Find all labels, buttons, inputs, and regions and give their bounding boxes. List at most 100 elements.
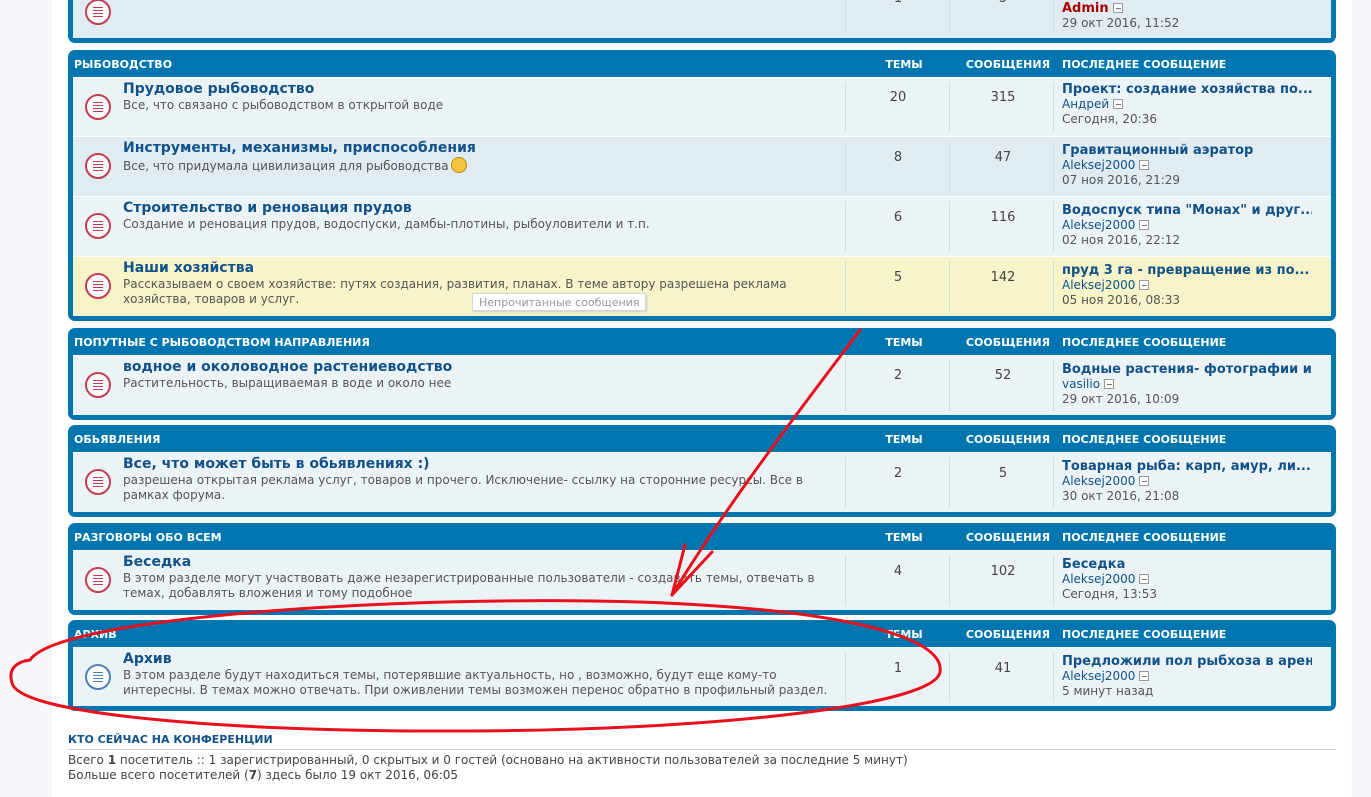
forum-row[interactable]: Беседка В этом разделе могут участвовать… [73,550,1331,610]
topics-count: 1 [893,661,903,676]
forum-title[interactable]: Беседка [123,554,191,570]
col-posts-header: Сообщения [965,433,1051,446]
forum-description: разрешена открытая реклама услуг, товаро… [123,473,803,502]
goto-post-icon[interactable] [1112,3,1123,13]
category-title[interactable]: Архив [74,628,117,641]
last-post-title[interactable]: Беседка [1062,557,1312,572]
last-post-title[interactable]: пруд 3 га - превращение из по... [1062,263,1312,278]
forum-unread-icon [85,213,111,239]
forum-row[interactable]: 1 5 Admin 29 окт 2016, 11:52 [73,0,1331,38]
category-title[interactable]: Обьявления [74,433,161,446]
forum-title[interactable]: Архив [123,651,172,667]
col-topics-header: Темы [885,58,923,71]
goto-post-icon[interactable] [1104,379,1115,389]
last-post-title[interactable]: Гравитационный аэратор [1062,143,1312,158]
topics-count: 2 [893,466,903,481]
last-post-title[interactable]: Водные растения- фотографии и... [1062,362,1312,377]
forum-title[interactable]: Наши хозяйства [123,260,254,276]
posts-count: 5 [998,466,1008,481]
col-last-header: Последнее сообщение [1062,531,1227,544]
category-archive: Архив Темы Сообщения Последнее сообщение… [68,620,1336,711]
posts-count: 315 [990,90,1016,105]
last-post-date: 02 ноя 2016, 22:12 [1062,233,1181,247]
forum-unread-icon [85,273,111,299]
last-post-title[interactable]: Проект: создание хозяйства по... [1062,82,1312,97]
goto-post-icon[interactable] [1113,99,1124,109]
last-post-title[interactable]: Предложили пол рыбхоза в арен... [1062,654,1312,669]
last-post-date: 05 ноя 2016, 08:33 [1062,293,1181,307]
forum-row[interactable]: Прудовое рыбоводство Все, что связано с … [73,77,1331,136]
last-post-date: Сегодня, 20:36 [1062,112,1157,126]
forum-row[interactable]: Наши хозяйства Рассказываем о своем хозя… [73,256,1331,316]
forum-title[interactable]: водное и околоводное растениеводство [123,359,452,375]
last-post-date: Сегодня, 13:53 [1062,587,1157,601]
forum-title[interactable]: Все, что может быть в обьявлениях :) [123,456,430,472]
forum-description: Все, что придумала цивилизация для рыбов… [123,159,449,173]
forum-row[interactable]: Инструменты, механизмы, приспособления В… [73,136,1331,196]
posts-count: 5 [953,0,1053,6]
posts-count: 41 [994,661,1012,676]
posts-count: 142 [990,270,1016,285]
last-post-title[interactable]: Товарная рыба: карп, амур, ли... [1062,459,1312,474]
forum-row[interactable]: Архив В этом разделе будут находиться те… [73,647,1331,706]
goto-post-icon[interactable] [1139,220,1150,230]
forum-unread-icon [85,372,111,398]
goto-post-icon[interactable] [1139,476,1150,486]
col-posts-header: Сообщения [965,531,1051,544]
last-post-author[interactable]: vasilio [1062,377,1100,391]
topics-count: 6 [893,210,903,225]
unread-tooltip: Непрочитанные сообщения [472,293,647,311]
forum-title[interactable]: Строительство и реновация прудов [123,200,412,216]
goto-post-icon[interactable] [1139,671,1150,681]
forum-description: В этом разделе могут участвовать даже не… [123,571,815,600]
col-last-header: Последнее сообщение [1062,628,1227,641]
last-post-author[interactable]: Aleksej2000 [1062,474,1135,488]
last-post-author[interactable]: Aleksej2000 [1062,278,1135,292]
last-post-date: 30 окт 2016, 21:08 [1062,489,1180,503]
topics-count: 8 [893,150,903,165]
topics-count: 2 [893,368,903,383]
category-title[interactable]: Рыбоводство [74,58,172,71]
last-post-author[interactable]: Aleksej2000 [1062,158,1135,172]
forum-unread-icon [85,469,111,495]
last-post-author[interactable]: Aleksej2000 [1062,572,1135,586]
posts-count: 52 [994,368,1012,383]
last-post-date: 29 окт 2016, 10:09 [1062,392,1180,406]
forum-row[interactable]: Строительство и реновация прудов Создани… [73,196,1331,256]
forum-title[interactable]: Инструменты, механизмы, приспособления [123,140,476,156]
category-ads: Обьявления Темы Сообщения Последнее сооб… [68,425,1336,517]
last-post-author[interactable]: Андрей [1062,97,1109,111]
col-posts-header: Сообщения [965,336,1051,349]
col-last-header: Последнее сообщение [1062,336,1227,349]
goto-post-icon[interactable] [1139,574,1150,584]
last-post-date: 07 ноя 2016, 21:29 [1062,173,1181,187]
forum-description: Все, что связано с рыбоводством в открыт… [123,98,444,112]
last-post-author[interactable]: Aleksej2000 [1062,218,1135,232]
forum-row[interactable]: Все, что может быть в обьявлениях :) раз… [73,452,1331,512]
last-post-author[interactable]: Admin [1062,1,1109,16]
who-online-title: Кто сейчас на конференции [68,733,273,746]
posts-count: 102 [990,564,1016,579]
col-posts-header: Сообщения [965,628,1051,641]
category-partial: 1 5 Admin 29 окт 2016, 11:52 [68,0,1336,43]
col-topics-header: Темы [885,336,923,349]
forum-description: Создание и реновация прудов, водоспуски,… [123,217,650,231]
goto-post-icon[interactable] [1139,280,1150,290]
last-post-date: 5 минут назад [1062,684,1154,698]
category-title[interactable]: Попутные с рыбоводством направления [74,336,370,349]
category-title[interactable]: Разговоры обо всем [74,531,222,544]
category-fish-farming: Рыбоводство Темы Сообщения Последнее соо… [68,50,1336,321]
goto-post-icon[interactable] [1139,160,1150,170]
last-post-author[interactable]: Aleksej2000 [1062,669,1135,683]
forum-description: В этом разделе будут находиться темы, по… [123,668,828,697]
last-post-date: 29 окт 2016, 11:52 [1062,16,1180,30]
topics-count: 20 [889,90,907,105]
forum-row[interactable]: водное и околоводное растениеводство Рас… [73,355,1331,415]
col-topics-header: Темы [885,531,923,544]
forum-unread-icon [85,0,111,25]
last-post-title[interactable]: Водоспуск типа "Монах" и друг... [1062,203,1312,218]
forum-title[interactable]: Прудовое рыбоводство [123,81,314,97]
topics-count: 5 [893,270,903,285]
col-last-header: Последнее сообщение [1062,433,1227,446]
forum-unread-icon [85,94,111,120]
